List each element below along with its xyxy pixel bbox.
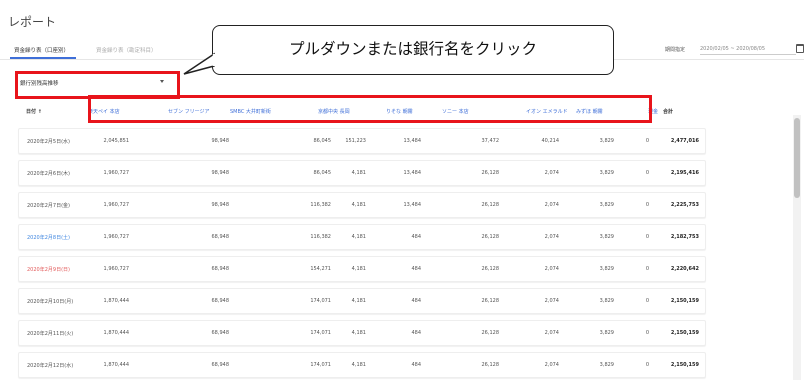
row-balance: 2,074 <box>544 202 559 208</box>
row-balance: 4,181 <box>351 362 366 368</box>
row-balance: 4,181 <box>351 202 366 208</box>
row-balance: 484 <box>411 330 421 336</box>
row-balance: 0 <box>645 202 649 208</box>
row-balance: 1,870,444 <box>103 362 129 368</box>
row-balance: 26,128 <box>481 234 500 240</box>
scrollbar-thumb[interactable] <box>794 118 800 198</box>
callout-bubble: プルダウンまたは銀行名をクリック <box>212 25 614 75</box>
row-date: 2020年2月12日(水) <box>27 363 74 369</box>
row-total: 2,195,416 <box>670 170 699 176</box>
tab-by-subject[interactable]: 資金繰り表（勘定科目） <box>96 46 157 54</box>
row-balance: 0 <box>645 330 649 336</box>
row-balance: 1,960,727 <box>103 202 129 208</box>
row-balance: 1,960,727 <box>103 266 129 272</box>
row-balance: 13,484 <box>403 202 422 208</box>
row-balance: 98,948 <box>211 202 230 208</box>
row-date: 2020年2月8日(土) <box>27 235 70 241</box>
row-total: 2,150,159 <box>670 298 699 304</box>
row-date: 2020年2月10日(月) <box>27 299 74 305</box>
row-balance: 37,472 <box>481 138 500 144</box>
table-row: 2020年2月9日(日) 1,960,727 68,948 154,271 4,181 4… <box>18 256 706 282</box>
row-date: 2020年2月6日(木) <box>27 171 70 177</box>
row-balance: 68,948 <box>211 266 230 272</box>
row-balance: 68,948 <box>211 298 230 304</box>
row-balance: 484 <box>411 266 421 272</box>
row-balance: 4,181 <box>351 330 366 336</box>
row-balance: 26,128 <box>481 202 500 208</box>
row-total: 2,182,753 <box>670 234 699 240</box>
row-balance: 0 <box>645 362 649 368</box>
row-balance: 68,948 <box>211 234 230 240</box>
row-balance: 26,128 <box>481 266 500 272</box>
row-balance: 68,948 <box>211 330 230 336</box>
row-balance: 40,214 <box>541 138 560 144</box>
row-total: 2,150,159 <box>670 330 699 336</box>
table-row: 2020年2月8日(土) 1,960,727 68,948 116,382 4,181 4… <box>18 224 706 250</box>
row-balance: 0 <box>645 138 649 144</box>
row-balance: 4,181 <box>351 298 366 304</box>
row-balance: 151,223 <box>345 138 366 144</box>
row-balance: 0 <box>645 170 649 176</box>
row-date: 2020年2月7日(金) <box>27 203 70 209</box>
tab-by-account[interactable]: 資金繰り表（口座別） <box>14 46 69 54</box>
row-balance: 4,181 <box>351 234 366 240</box>
row-total: 2,150,159 <box>670 362 699 368</box>
calendar-icon[interactable] <box>796 44 804 53</box>
period-label: 期間指定 <box>665 47 686 53</box>
row-total: 2,225,753 <box>670 202 699 208</box>
row-balance: 484 <box>411 234 421 240</box>
row-balance: 2,074 <box>544 330 559 336</box>
row-total: 2,477,016 <box>670 138 699 144</box>
row-balance: 2,074 <box>544 266 559 272</box>
row-date: 2020年2月9日(日) <box>27 267 70 273</box>
row-total: 2,220,642 <box>670 266 699 272</box>
row-balance: 484 <box>411 298 421 304</box>
highlight-bank-headers <box>88 95 652 123</box>
row-balance: 13,484 <box>403 138 422 144</box>
row-balance: 0 <box>645 266 649 272</box>
row-balance: 2,074 <box>544 362 559 368</box>
row-date: 2020年2月11日(火) <box>27 331 74 337</box>
row-balance: 2,074 <box>544 298 559 304</box>
row-balance: 1,960,727 <box>103 234 129 240</box>
header-total: 合計 <box>663 109 674 115</box>
row-balance: 4,181 <box>351 170 366 176</box>
row-balance: 0 <box>645 298 649 304</box>
row-balance: 2,074 <box>544 170 559 176</box>
row-balance: 26,128 <box>481 170 500 176</box>
row-balance: 0 <box>645 234 649 240</box>
row-balance: 1,870,444 <box>103 330 129 336</box>
table-row: 2020年2月11日(火) 1,870,444 68,948 174,071 4,181… <box>18 320 706 346</box>
row-balance: 98,948 <box>211 138 230 144</box>
row-balance: 1,870,444 <box>103 298 129 304</box>
table-row: 2020年2月12日(水) 1,870,444 68,948 174,071 4,181… <box>18 352 706 378</box>
row-balance: 1,960,727 <box>103 170 129 176</box>
row-balance: 4,181 <box>351 266 366 272</box>
row-balance: 2,045,851 <box>103 138 129 144</box>
header-date[interactable]: 日付 ↑ <box>26 108 42 115</box>
row-balance: 484 <box>411 362 421 368</box>
table-row: 2020年2月6日(木) 1,960,727 98,948 86,045 4,181 13… <box>18 160 706 186</box>
period-date-range-field[interactable]: 2020/02/05 ~ 2020/08/05 <box>700 44 796 55</box>
row-balance: 26,128 <box>481 298 500 304</box>
row-balance: 26,128 <box>481 330 500 336</box>
table-row: 2020年2月10日(月) 1,870,444 68,948 174,071 4,181… <box>18 288 706 314</box>
row-balance: 98,948 <box>211 170 230 176</box>
table-row: 2020年2月7日(金) 1,960,727 98,948 116,382 4,181 1… <box>18 192 706 218</box>
callout-tail <box>183 52 216 75</box>
table-row: 2020年2月5日(水) 2,045,851 98,948 86,045 151,223… <box>18 128 706 154</box>
row-balance: 68,948 <box>211 362 230 368</box>
row-balance: 13,484 <box>403 170 422 176</box>
row-balance: 26,128 <box>481 362 500 368</box>
row-balance: 2,074 <box>544 234 559 240</box>
page-title: レポート <box>8 15 57 29</box>
row-date: 2020年2月5日(水) <box>27 139 70 145</box>
